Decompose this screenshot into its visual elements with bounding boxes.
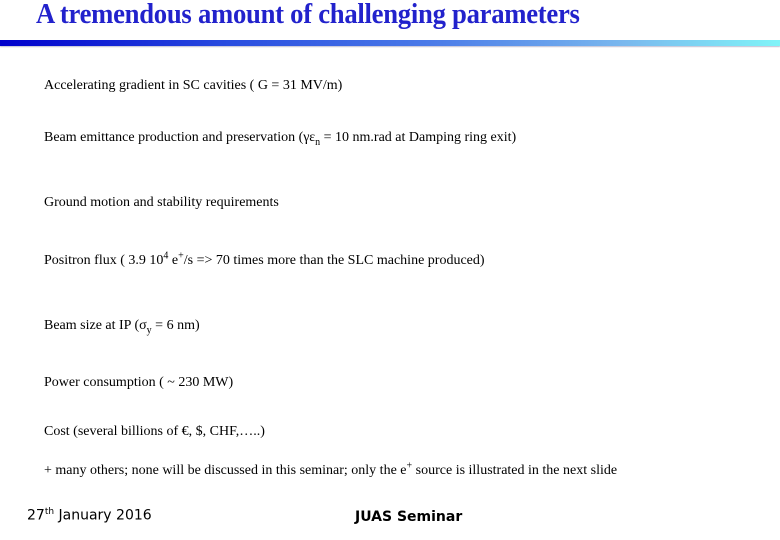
- item-text: e: [168, 253, 179, 268]
- item-power-consumption: Power consumption ( ~ 230 MW): [44, 375, 234, 390]
- item-text: + many others; none will be discussed in…: [44, 463, 407, 478]
- footer-date-rest: January 2016: [54, 507, 152, 524]
- footer-date-suffix: th: [44, 507, 55, 517]
- item-text: Positron flux ( 3.9 10: [44, 253, 164, 268]
- footer-date: 27th January 2016: [27, 507, 152, 524]
- item-text: = 10 nm.rad at Damping ring exit): [320, 130, 517, 145]
- item-text: Beam emittance production and preservati…: [44, 130, 316, 145]
- item-text: /s => 70 times more than the SLC machine…: [183, 253, 485, 268]
- item-accelerating-gradient: Accelerating gradient in SC cavities ( G…: [44, 78, 343, 93]
- item-many-others: + many others; none will be discussed in…: [44, 461, 618, 479]
- footer-seminar-label: JUAS Seminar: [355, 509, 463, 525]
- item-beam-size: Beam size at IP (σy = 6 nm): [44, 318, 200, 335]
- item-text: = 6 nm): [151, 318, 200, 333]
- item-text: Beam size at IP (σ: [44, 318, 147, 333]
- item-cost: Cost (several billions of €, $, CHF,…..): [44, 424, 265, 439]
- footer-date-day: 27: [27, 507, 45, 524]
- item-positron-flux: Positron flux ( 3.9 104 e+/s => 70 times…: [44, 251, 485, 269]
- slide-title: A tremendous amount of challenging param…: [36, 0, 580, 30]
- item-beam-emittance: Beam emittance production and preservati…: [44, 130, 517, 147]
- item-text: source is illustrated in the next slide: [412, 463, 618, 478]
- title-gradient-bar: [0, 40, 780, 46]
- item-ground-motion: Ground motion and stability requirements: [44, 195, 279, 210]
